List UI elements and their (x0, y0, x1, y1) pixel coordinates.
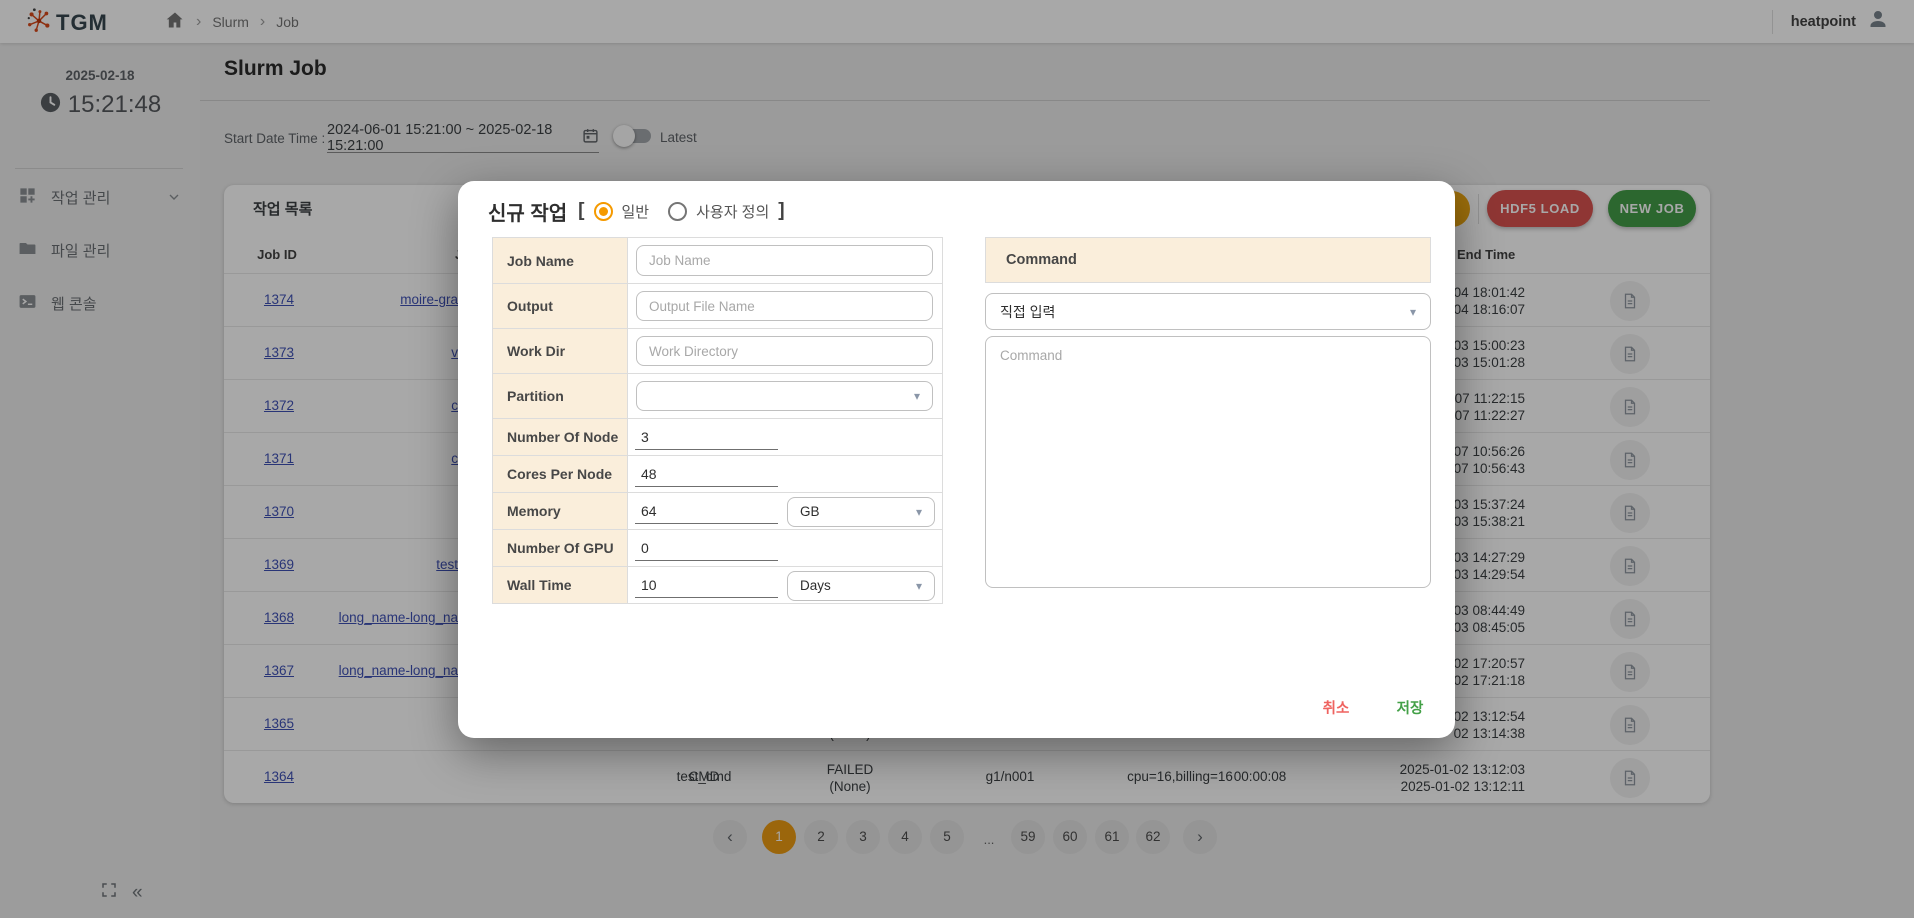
field-label: Number Of GPU (493, 530, 628, 566)
walltime-input[interactable]: 10 (635, 572, 778, 598)
command-section-header: Command (985, 237, 1431, 283)
radio-custom[interactable] (668, 202, 687, 221)
radio-custom-label[interactable]: 사용자 정의 (696, 201, 769, 222)
chevron-down-icon: ▾ (914, 389, 920, 403)
field-label: Job Name (493, 238, 628, 283)
chevron-down-icon: ▾ (1410, 305, 1416, 319)
form-row-partition: Partition ▾ (493, 373, 942, 418)
field-label: Number Of Node (493, 419, 628, 455)
job-name-input[interactable] (636, 245, 933, 276)
form-row-nodes: Number Of Node 3 (493, 418, 942, 455)
radio-general[interactable] (594, 202, 613, 221)
job-form-table: Job Name Output Work Dir Partition ▾ Num… (492, 237, 943, 604)
radio-general-label[interactable]: 일반 (622, 201, 650, 222)
partition-select[interactable]: ▾ (636, 381, 933, 411)
field-label: Work Dir (493, 329, 628, 373)
bracket-close: ] (778, 200, 784, 222)
field-label: Output (493, 284, 628, 328)
form-row-walltime: Wall Time 10 Days ▾ (493, 566, 942, 603)
bracket-open: [ (578, 200, 584, 222)
command-textarea[interactable] (985, 336, 1431, 588)
work-dir-input[interactable] (636, 336, 933, 366)
cancel-button[interactable]: 취소 (1304, 691, 1368, 723)
form-row-work-dir: Work Dir (493, 328, 942, 373)
modal-title: 신규 작업 (488, 197, 567, 226)
save-button[interactable]: 저장 (1378, 691, 1442, 723)
new-job-modal: 신규 작업 [ 일반 사용자 정의 ] Job Name Output Work… (458, 181, 1455, 738)
field-label: Cores Per Node (493, 456, 628, 492)
field-label: Wall Time (493, 567, 628, 603)
cores-input[interactable]: 48 (635, 461, 778, 487)
form-row-job-name: Job Name (493, 238, 942, 283)
nodes-input[interactable]: 3 (635, 424, 778, 450)
form-row-output: Output (493, 283, 942, 328)
chevron-down-icon: ▾ (916, 579, 922, 593)
modal-header: 신규 작업 [ 일반 사용자 정의 ] (488, 195, 785, 227)
gpu-input[interactable]: 0 (635, 535, 778, 561)
field-label: Memory (493, 493, 628, 529)
chevron-down-icon: ▾ (916, 505, 922, 519)
output-input[interactable] (636, 291, 933, 321)
command-mode-select[interactable]: 직접 입력 ▾ (985, 293, 1431, 330)
walltime-unit-select[interactable]: Days ▾ (787, 571, 935, 601)
form-row-gpu: Number Of GPU 0 (493, 529, 942, 566)
field-label: Partition (493, 374, 628, 418)
form-row-cores: Cores Per Node 48 (493, 455, 942, 492)
memory-unit-select[interactable]: GB ▾ (787, 497, 935, 527)
form-row-memory: Memory 64 GB ▾ (493, 492, 942, 529)
memory-input[interactable]: 64 (635, 498, 778, 524)
